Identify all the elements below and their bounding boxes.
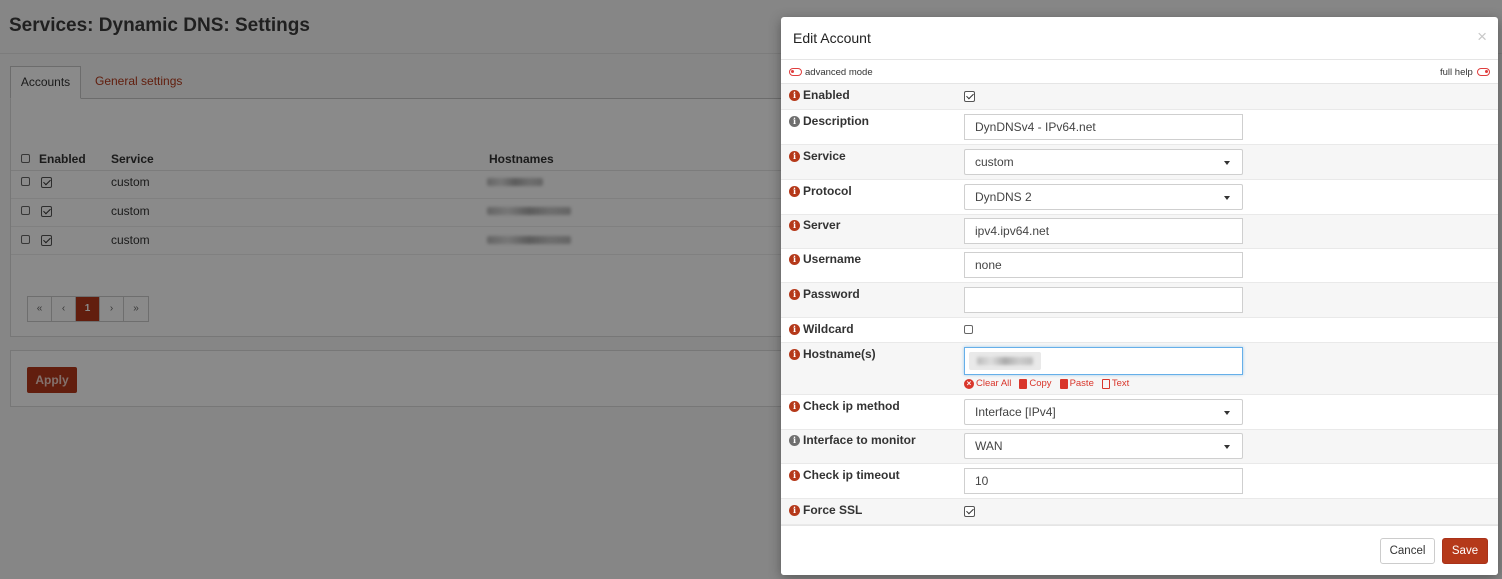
modal-footer: Cancel Save	[781, 525, 1498, 575]
service-label: Service	[803, 149, 846, 163]
row-username: i Username none	[781, 249, 1498, 283]
row-check-ip-method: i Check ip method Interface [IPv4]	[781, 395, 1498, 430]
caret-down-icon	[1224, 161, 1230, 165]
paste-label: Paste	[1069, 378, 1094, 389]
modal-header: Edit Account ×	[781, 17, 1498, 60]
clear-icon: ×	[964, 378, 974, 389]
copy-icon	[1019, 378, 1028, 389]
row-hostnames: i Hostname(s) × Clear All Copy Paste Tex…	[781, 343, 1498, 395]
info-icon[interactable]: i	[789, 90, 800, 101]
info-icon[interactable]: i	[789, 435, 800, 446]
advanced-mode-toggle-icon[interactable]	[789, 68, 802, 76]
username-input[interactable]: none	[964, 252, 1243, 278]
row-description: i Description DynDNSv4 - IPv64.net	[781, 110, 1498, 145]
text-file-icon	[1101, 378, 1110, 389]
cancel-button[interactable]: Cancel	[1380, 538, 1435, 564]
force-ssl-label: Force SSL	[803, 503, 863, 517]
server-input[interactable]: ipv4.ipv64.net	[964, 218, 1243, 244]
server-label: Server	[803, 218, 841, 232]
text-button[interactable]: Text	[1101, 378, 1130, 389]
info-icon[interactable]: i	[789, 151, 800, 162]
copy-button[interactable]: Copy	[1019, 378, 1052, 389]
timeout-input[interactable]: 10	[964, 468, 1243, 494]
info-icon[interactable]: i	[789, 470, 800, 481]
clear-all-label: Clear All	[976, 378, 1012, 389]
row-password: i Password	[781, 283, 1498, 318]
hostnames-label: Hostname(s)	[803, 347, 876, 361]
username-label: Username	[803, 252, 862, 266]
row-server: i Server ipv4.ipv64.net	[781, 215, 1498, 249]
row-force-ssl: i Force SSL	[781, 499, 1498, 525]
info-icon[interactable]: i	[789, 220, 800, 231]
modal-title: Edit Account	[793, 30, 871, 46]
token-actions: × Clear All Copy Paste Text	[964, 378, 1129, 389]
check-ip-method-label: Check ip method	[803, 399, 900, 413]
redacted-hostname	[977, 357, 1033, 365]
info-icon[interactable]: i	[789, 505, 800, 516]
protocol-select[interactable]: DynDNS 2	[964, 184, 1243, 210]
password-label: Password	[803, 287, 860, 301]
row-enabled: i Enabled	[781, 84, 1498, 110]
check-ip-method-select[interactable]: Interface [IPv4]	[964, 399, 1243, 425]
caret-down-icon	[1224, 411, 1230, 415]
wildcard-checkbox[interactable]	[964, 325, 973, 334]
text-label: Text	[1111, 378, 1130, 389]
info-icon[interactable]: i	[789, 349, 800, 360]
info-icon[interactable]: i	[789, 116, 800, 127]
row-wildcard: i Wildcard	[781, 318, 1498, 343]
paste-button[interactable]: Paste	[1059, 378, 1094, 389]
service-select-value: custom	[975, 155, 1014, 169]
force-ssl-checkbox[interactable]	[964, 506, 975, 517]
edit-account-modal: Edit Account × advanced mode full help i…	[781, 17, 1498, 575]
interface-label: Interface to monitor	[803, 433, 916, 447]
timeout-label: Check ip timeout	[803, 468, 900, 482]
info-icon[interactable]: i	[789, 254, 800, 265]
full-help-label[interactable]: full help	[1440, 67, 1473, 78]
protocol-label: Protocol	[803, 184, 852, 198]
info-icon[interactable]: i	[789, 289, 800, 300]
info-icon[interactable]: i	[789, 324, 800, 335]
row-timeout: i Check ip timeout 10	[781, 464, 1498, 499]
service-select[interactable]: custom	[964, 149, 1243, 175]
enabled-checkbox[interactable]	[964, 91, 975, 102]
description-label: Description	[803, 114, 870, 128]
row-protocol: i Protocol DynDNS 2	[781, 180, 1498, 215]
save-button[interactable]: Save	[1442, 538, 1488, 564]
interface-select[interactable]: WAN	[964, 433, 1243, 459]
paste-icon	[1059, 378, 1068, 389]
hostnames-token-input[interactable]	[964, 347, 1243, 375]
row-interface: i Interface to monitor WAN	[781, 430, 1498, 464]
info-icon[interactable]: i	[789, 186, 800, 197]
check-ip-method-value: Interface [IPv4]	[975, 405, 1056, 419]
caret-down-icon	[1224, 196, 1230, 200]
close-icon[interactable]: ×	[1477, 27, 1487, 47]
enabled-label: Enabled	[803, 88, 850, 102]
mode-bar: advanced mode full help	[781, 62, 1498, 84]
copy-label: Copy	[1029, 378, 1052, 389]
hostname-token[interactable]	[969, 352, 1041, 370]
caret-down-icon	[1224, 445, 1230, 449]
password-input[interactable]	[964, 287, 1243, 313]
description-input[interactable]: DynDNSv4 - IPv64.net	[964, 114, 1243, 140]
advanced-mode-label[interactable]: advanced mode	[805, 67, 873, 78]
row-service: i Service custom	[781, 145, 1498, 180]
info-icon[interactable]: i	[789, 401, 800, 412]
clear-all-button[interactable]: × Clear All	[964, 378, 1011, 389]
full-help-toggle-icon[interactable]	[1477, 68, 1490, 76]
wildcard-label: Wildcard	[803, 322, 854, 336]
interface-select-value: WAN	[975, 439, 1003, 453]
protocol-select-value: DynDNS 2	[975, 190, 1032, 204]
